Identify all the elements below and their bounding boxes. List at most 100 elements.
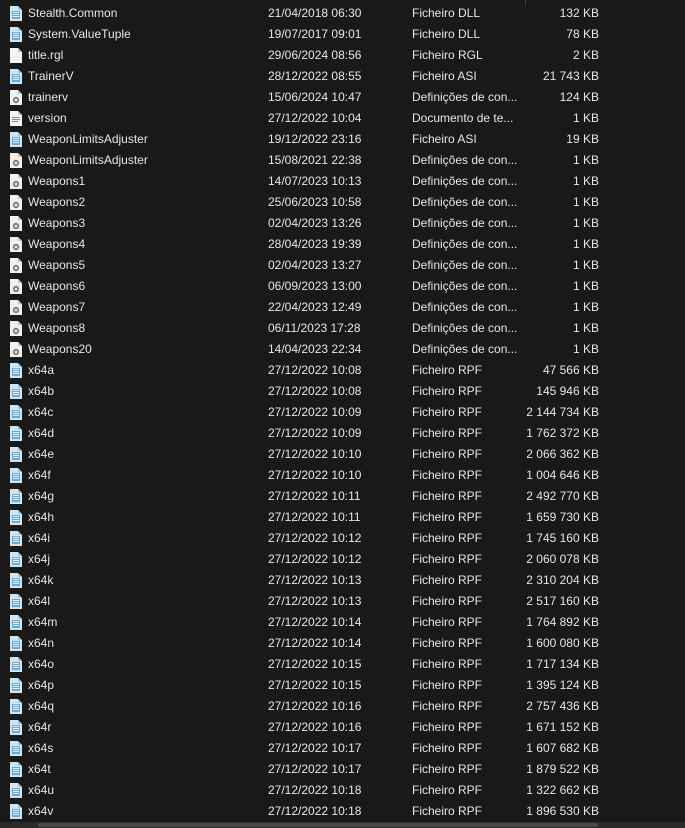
file-size: 1 KB [572,153,599,167]
file-date-modified: 14/04/2023 22:34 [268,342,362,356]
file-name: WeaponLimitsAdjuster [28,153,148,167]
file-name: Weapons20 [28,342,92,356]
file-row[interactable]: x64p 27/12/2022 10:15 Ficheiro RPF 1 395 12… [0,675,685,696]
file-row[interactable]: x64b 27/12/2022 10:08 Ficheiro RPF 145 946 … [0,381,685,402]
file-size: 1 KB [572,174,599,188]
file-row[interactable]: x64e 27/12/2022 10:10 Ficheiro RPF 2 066 36… [0,444,685,465]
file-size: 1 KB [572,258,599,272]
file-row[interactable]: x64n 27/12/2022 10:14 Ficheiro RPF 1 600 08… [0,633,685,654]
file-row[interactable]: x64i 27/12/2022 10:12 Ficheiro RPF 1 745 16… [0,528,685,549]
config-file-icon [9,195,23,210]
file-name: Weapons5 [28,258,86,272]
file-row[interactable]: x64t 27/12/2022 10:17 Ficheiro RPF 1 879 52… [0,759,685,780]
file-name: x64o [28,657,55,671]
file-row[interactable]: System.ValueTuple 19/07/2017 09:01 Ficheir… [0,24,685,45]
asi-file-icon [9,132,23,147]
file-row[interactable]: WeaponLimitsAdjuster 15/08/2021 22:38 Defi… [0,150,685,171]
file-size: 1 671 152 KB [526,720,599,734]
file-row[interactable]: x64r 27/12/2022 10:16 Ficheiro RPF 1 671 15… [0,717,685,738]
file-row[interactable]: Weapons8 06/11/2023 17:28 Definições de co… [0,318,685,339]
file-size: 1 764 892 KB [526,615,599,629]
file-size: 2 757 436 KB [526,699,599,713]
file-date-modified: 27/12/2022 10:08 [268,384,362,398]
file-row[interactable]: x64h 27/12/2022 10:11 Ficheiro RPF 1 659 73… [0,507,685,528]
rpf-file-icon [9,468,23,483]
file-type: Ficheiro RPF [412,594,483,608]
file-type: Definições de con... [412,174,517,188]
file-type: Ficheiro ASI [412,69,477,83]
file-row[interactable]: x64j 27/12/2022 10:12 Ficheiro RPF 2 060 07… [0,549,685,570]
file-row[interactable]: Weapons5 02/04/2023 13:27 Definições de co… [0,255,685,276]
file-row[interactable]: version 27/12/2022 10:04 Documento de te..… [0,108,685,129]
file-type: Definições de con... [412,321,517,335]
rpf-file-icon [9,678,23,693]
file-size: 1 KB [572,321,599,335]
file-type: Ficheiro RPF [412,363,483,377]
file-row[interactable]: Weapons7 22/04/2023 12:49 Definições de co… [0,297,685,318]
file-type: Ficheiro RPF [412,531,483,545]
file-row[interactable]: x64f 27/12/2022 10:10 Ficheiro RPF 1 004 64… [0,465,685,486]
file-row[interactable]: Weapons6 06/09/2023 13:00 Definições de co… [0,276,685,297]
file-name: x64f [28,468,51,482]
file-size: 2 144 734 KB [526,405,599,419]
file-row[interactable]: Stealth.Common 21/04/2018 06:30 Ficheiro D… [0,3,685,24]
file-row[interactable]: Weapons20 14/04/2023 22:34 Definições de c… [0,339,685,360]
file-list: Stealth.Common 21/04/2018 06:30 Ficheiro D… [0,3,685,822]
file-row[interactable]: x64a 27/12/2022 10:08 Ficheiro RPF 47 566 K… [0,360,685,381]
file-type: Ficheiro RPF [412,762,483,776]
file-row[interactable]: trainerv 15/06/2024 10:47 Definições de co… [0,87,685,108]
file-row[interactable]: x64l 27/12/2022 10:13 Ficheiro RPF 2 517 16… [0,591,685,612]
file-row[interactable]: Weapons2 25/06/2023 10:58 Definições de co… [0,192,685,213]
file-row[interactable]: Weapons3 02/04/2023 13:26 Definições de co… [0,213,685,234]
file-row[interactable]: x64k 27/12/2022 10:13 Ficheiro RPF 2 310 20… [0,570,685,591]
file-name: x64d [28,426,55,440]
file-row[interactable]: x64s 27/12/2022 10:17 Ficheiro RPF 1 607 68… [0,738,685,759]
file-size: 78 KB [566,27,599,41]
file-type: Definições de con... [412,153,517,167]
file-row[interactable]: Weapons1 14/07/2023 10:13 Definições de co… [0,171,685,192]
file-row[interactable]: x64m 27/12/2022 10:14 Ficheiro RPF 1 764 89… [0,612,685,633]
file-name: Stealth.Common [28,6,118,20]
file-name: x64e [28,447,55,461]
config-file-icon [9,153,23,168]
file-date-modified: 27/12/2022 10:17 [268,741,362,755]
file-row[interactable]: x64u 27/12/2022 10:18 Ficheiro RPF 1 322 66… [0,780,685,801]
horizontal-scrollbar[interactable] [0,822,685,828]
file-name: x64s [28,741,54,755]
file-date-modified: 27/12/2022 10:14 [268,636,362,650]
file-type: Ficheiro RPF [412,615,483,629]
file-row[interactable]: TrainerV 28/12/2022 08:55 Ficheiro ASI 21 7… [0,66,685,87]
rpf-file-icon [9,804,23,819]
file-date-modified: 22/04/2023 12:49 [268,300,362,314]
file-date-modified: 27/12/2022 10:09 [268,405,362,419]
file-date-modified: 27/12/2022 10:13 [268,573,362,587]
file-name: System.ValueTuple [28,27,131,41]
file-row[interactable]: WeaponLimitsAdjuster 19/12/2022 23:16 Fich… [0,129,685,150]
file-size: 1 KB [572,237,599,251]
scrollbar-thumb[interactable] [38,823,598,827]
config-file-icon [9,237,23,252]
file-row[interactable]: x64q 27/12/2022 10:16 Ficheiro RPF 2 757 43… [0,696,685,717]
file-type: Definições de con... [412,90,517,104]
file-type: Ficheiro RPF [412,636,483,650]
file-name: title.rgl [28,48,64,62]
file-name: x64m [28,615,58,629]
config-file-icon [9,90,23,105]
file-name: x64p [28,678,55,692]
rpf-file-icon [9,573,23,588]
file-type: Ficheiro RPF [412,384,483,398]
file-row[interactable]: Weapons4 28/04/2023 19:39 Definições de co… [0,234,685,255]
file-row[interactable]: x64c 27/12/2022 10:09 Ficheiro RPF 2 144 73… [0,402,685,423]
file-size: 2 492 770 KB [526,489,599,503]
rpf-file-icon [9,531,23,546]
file-row[interactable]: title.rgl 29/06/2024 08:56 Ficheiro RGL 2 K… [0,45,685,66]
file-date-modified: 27/12/2022 10:16 [268,699,362,713]
file-size: 1 KB [572,342,599,356]
file-row[interactable]: x64o 27/12/2022 10:15 Ficheiro RPF 1 717 13… [0,654,685,675]
file-row[interactable]: x64d 27/12/2022 10:09 Ficheiro RPF 1 762 37… [0,423,685,444]
file-name: Weapons1 [28,174,86,188]
file-row[interactable]: x64g 27/12/2022 10:11 Ficheiro RPF 2 492 77… [0,486,685,507]
file-row[interactable]: x64v 27/12/2022 10:18 Ficheiro RPF 1 896 53… [0,801,685,822]
file-date-modified: 27/12/2022 10:10 [268,447,362,461]
file-size: 19 KB [566,132,599,146]
